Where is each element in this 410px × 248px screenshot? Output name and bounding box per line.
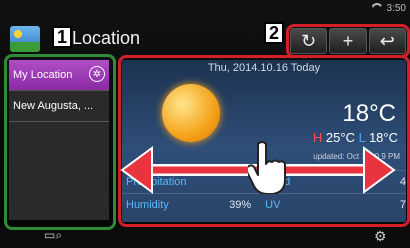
location-list-highlight — [4, 54, 116, 230]
header-buttons-highlight — [286, 24, 410, 58]
search-map-icon[interactable]: ▭⌕ — [44, 228, 66, 244]
head-unit-screen: 3:50 Location ↻ + ↩ My Location ✲ New Au… — [0, 0, 410, 248]
callout-1: 1 — [52, 26, 72, 48]
wifi-icon — [371, 3, 383, 13]
callout-2: 2 — [264, 22, 284, 44]
clock: 3:50 — [386, 2, 406, 14]
status-bar: 3:50 — [371, 2, 406, 14]
settings-gear-icon[interactable]: ⚙ — [374, 228, 392, 246]
page-title: Location — [72, 28, 141, 48]
hand-pointer-icon — [248, 141, 286, 194]
weather-app-icon[interactable] — [10, 26, 40, 52]
